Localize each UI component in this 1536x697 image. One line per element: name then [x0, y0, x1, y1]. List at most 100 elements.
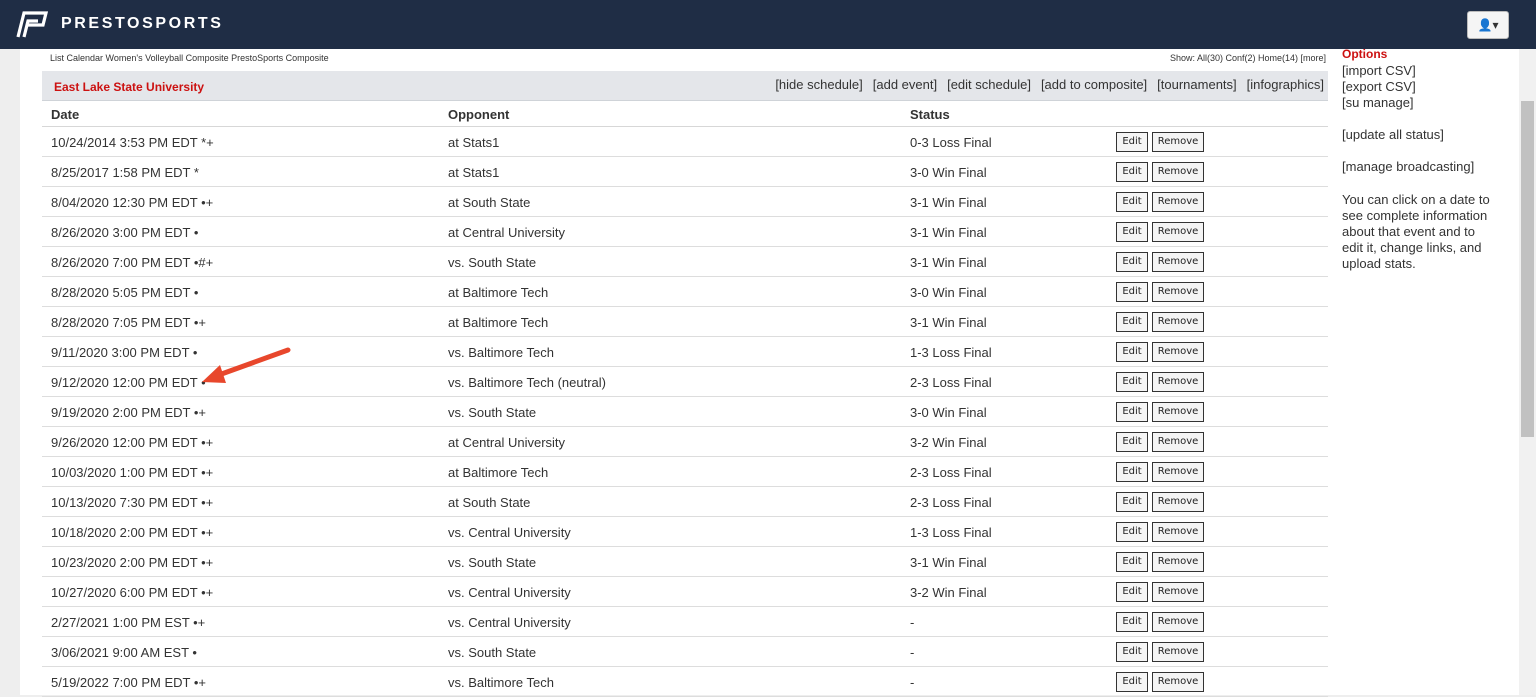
event-date-link[interactable]: 10/23/2020 2:00 PM EDT •+ [51, 555, 213, 570]
edit-button[interactable]: Edit [1116, 492, 1148, 512]
infographics-link[interactable]: [infographics] [1247, 77, 1324, 92]
tournaments-link[interactable]: [tournaments] [1157, 77, 1237, 92]
remove-button[interactable]: Remove [1152, 222, 1204, 242]
scrollbar-thumb[interactable] [1521, 101, 1534, 437]
event-date-link[interactable]: 3/06/2021 9:00 AM EST • [51, 645, 197, 660]
event-date-link[interactable]: 9/12/2020 12:00 PM EDT • [51, 375, 206, 390]
table-row: 8/04/2020 12:30 PM EDT •+ at South State 3… [42, 187, 1328, 217]
edit-button[interactable]: Edit [1116, 342, 1148, 362]
status-cell: 3-2 Win Final [910, 585, 987, 600]
update-all-status-link[interactable]: [update all status] [1342, 127, 1444, 143]
event-date-link[interactable]: 8/26/2020 7:00 PM EDT •#+ [51, 255, 213, 270]
edit-button[interactable]: Edit [1116, 552, 1148, 572]
table-row: 9/19/2020 2:00 PM EDT •+ vs. South State 3… [42, 397, 1328, 427]
edit-button[interactable]: Edit [1116, 132, 1148, 152]
user-menu-button[interactable]: 👤▾ [1467, 11, 1509, 39]
remove-button[interactable]: Remove [1152, 642, 1204, 662]
opponent-cell: at South State [448, 495, 531, 510]
edit-button[interactable]: Edit [1116, 162, 1148, 182]
event-date-link[interactable]: 10/03/2020 1:00 PM EDT •+ [51, 465, 213, 480]
remove-button[interactable]: Remove [1152, 252, 1204, 272]
su-manage-link[interactable]: [su manage] [1342, 95, 1414, 111]
remove-button[interactable]: Remove [1152, 522, 1204, 542]
status-cell: 1-3 Loss Final [910, 345, 992, 360]
table-row: 9/26/2020 12:00 PM EDT •+ at Central Univ… [42, 427, 1328, 457]
edit-schedule-link[interactable]: [edit schedule] [947, 77, 1031, 92]
event-date-link[interactable]: 10/27/2020 6:00 PM EDT •+ [51, 585, 213, 600]
event-date-link[interactable]: 8/04/2020 12:30 PM EDT •+ [51, 195, 213, 210]
remove-button[interactable]: Remove [1152, 372, 1204, 392]
opponent-cell: vs. South State [448, 555, 537, 570]
event-date-link[interactable]: 9/11/2020 3:00 PM EDT • [51, 345, 197, 360]
remove-button[interactable]: Remove [1152, 162, 1204, 182]
edit-button[interactable]: Edit [1116, 312, 1148, 332]
help-text: You can click on a date to see complete … [1342, 192, 1490, 271]
table-row: 5/19/2022 7:00 PM EDT •+ vs. Baltimore Te… [42, 667, 1328, 697]
remove-button[interactable]: Remove [1152, 312, 1204, 332]
remove-button[interactable]: Remove [1152, 582, 1204, 602]
status-cell: 3-1 Win Final [910, 315, 987, 330]
event-date-link[interactable]: 9/19/2020 2:00 PM EDT •+ [51, 405, 206, 420]
edit-button[interactable]: Edit [1116, 252, 1148, 272]
opponent-cell: at Baltimore Tech [448, 315, 549, 330]
remove-button[interactable]: Remove [1152, 282, 1204, 302]
status-cell: 3-2 Win Final [910, 435, 987, 450]
opponent-cell: at Stats1 [448, 135, 500, 150]
import-csv-link[interactable]: [import CSV] [1342, 63, 1416, 79]
remove-button[interactable]: Remove [1152, 192, 1204, 212]
edit-button[interactable]: Edit [1116, 642, 1148, 662]
opponent-cell: at Baltimore Tech [448, 465, 549, 480]
remove-button[interactable]: Remove [1152, 462, 1204, 482]
remove-button[interactable]: Remove [1152, 132, 1204, 152]
remove-button[interactable]: Remove [1152, 432, 1204, 452]
remove-button[interactable]: Remove [1152, 402, 1204, 422]
table-row: 8/26/2020 7:00 PM EDT •#+ vs. South State… [42, 247, 1328, 277]
hide-schedule-link[interactable]: [hide schedule] [775, 77, 862, 92]
edit-button[interactable]: Edit [1116, 222, 1148, 242]
event-date-link[interactable]: 8/28/2020 5:05 PM EDT • [51, 285, 198, 300]
remove-button[interactable]: Remove [1152, 342, 1204, 362]
opponent-cell: vs. Baltimore Tech [448, 675, 554, 690]
opponent-cell: vs. South State [448, 405, 537, 420]
manage-broadcasting-link[interactable]: [manage broadcasting] [1342, 159, 1474, 175]
table-row: 10/23/2020 2:00 PM EDT •+ vs. South State… [42, 547, 1328, 577]
show-filter[interactable]: Show: All(30) Conf(2) Home(14) [more] [1100, 53, 1326, 63]
event-date-link[interactable]: 10/13/2020 7:30 PM EDT •+ [51, 495, 213, 510]
edit-button[interactable]: Edit [1116, 612, 1148, 632]
edit-button[interactable]: Edit [1116, 522, 1148, 542]
edit-button[interactable]: Edit [1116, 402, 1148, 422]
breadcrumb[interactable]: List Calendar Women's Volleyball Composi… [50, 53, 329, 63]
edit-button[interactable]: Edit [1116, 432, 1148, 452]
edit-button[interactable]: Edit [1116, 672, 1148, 692]
event-date-link[interactable]: 10/24/2014 3:53 PM EDT *+ [51, 135, 214, 150]
status-cell: 3-1 Win Final [910, 225, 987, 240]
school-name[interactable]: East Lake State University [54, 80, 204, 94]
opponent-cell: at Central University [448, 225, 566, 240]
event-date-link[interactable]: 8/28/2020 7:05 PM EDT •+ [51, 315, 206, 330]
edit-button[interactable]: Edit [1116, 192, 1148, 212]
export-csv-link[interactable]: [export CSV] [1342, 79, 1416, 95]
edit-button[interactable]: Edit [1116, 582, 1148, 602]
prestosports-logo-icon[interactable] [14, 11, 48, 39]
edit-button[interactable]: Edit [1116, 462, 1148, 482]
event-date-link[interactable]: 8/26/2020 3:00 PM EDT • [51, 225, 198, 240]
status-cell: - [910, 615, 915, 630]
remove-button[interactable]: Remove [1152, 492, 1204, 512]
event-date-link[interactable]: 9/26/2020 12:00 PM EDT •+ [51, 435, 213, 450]
remove-button[interactable]: Remove [1152, 672, 1204, 692]
opponent-cell: vs. Baltimore Tech (neutral) [448, 375, 606, 390]
table-row: 10/18/2020 2:00 PM EDT •+ vs. Central Uni… [42, 517, 1328, 547]
opponent-cell: vs. Central University [448, 585, 571, 600]
remove-button[interactable]: Remove [1152, 552, 1204, 572]
event-date-link[interactable]: 10/18/2020 2:00 PM EDT •+ [51, 525, 213, 540]
event-date-link[interactable]: 8/25/2017 1:58 PM EDT * [51, 165, 199, 180]
edit-button[interactable]: Edit [1116, 282, 1148, 302]
add-to-composite-link[interactable]: [add to composite] [1041, 77, 1147, 92]
table-row: 10/27/2020 6:00 PM EDT •+ vs. Central Uni… [42, 577, 1328, 607]
event-date-link[interactable]: 2/27/2021 1:00 PM EST •+ [51, 615, 205, 630]
edit-button[interactable]: Edit [1116, 372, 1148, 392]
status-cell: 3-1 Win Final [910, 555, 987, 570]
add-event-link[interactable]: [add event] [873, 77, 937, 92]
remove-button[interactable]: Remove [1152, 612, 1204, 632]
event-date-link[interactable]: 5/19/2022 7:00 PM EDT •+ [51, 675, 206, 690]
